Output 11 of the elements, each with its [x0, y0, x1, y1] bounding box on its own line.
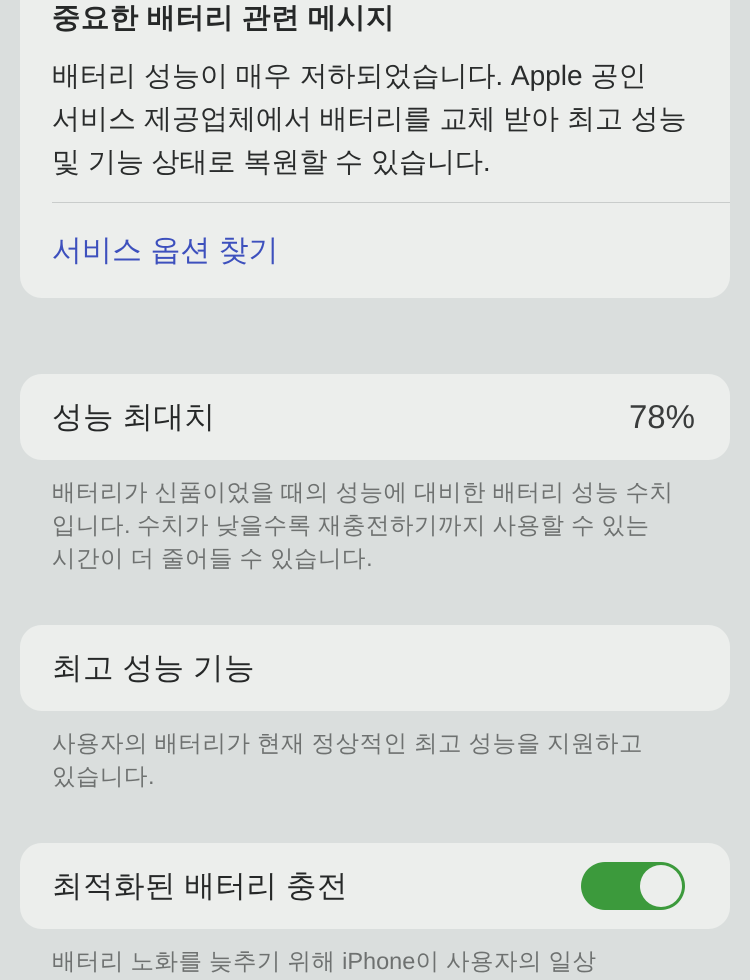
service-options-link[interactable]: 서비스 옵션 찾기 — [52, 230, 279, 271]
row-label: 최고 성능 기능 — [52, 650, 255, 686]
row-value: 78% — [628, 398, 695, 436]
row-label: 최적화된 배터리 충전 — [52, 868, 348, 904]
row-label: 성능 최대치 — [52, 398, 216, 436]
message-text: 배터리 성능이 매우 저하되었습니다. Apple 공인 서비스 제공업체에서 배터리를 교체 받아 최고 성능 및 기능 상태로 복원할 수 있습니다. — [52, 59, 688, 179]
footer-note: 사용자의 배터리가 현재 정상적인 최고 성능을 지원하고 있습니다. — [51, 729, 644, 791]
footer-note: 배터리가 신품이었을 때의 성능에 대비한 배터리 성능 수치 입니다. 수치가 낮을수록 재충전하기까지 사용할 수 있는 시간이 더 줄어들 수 있습니다. — [51, 478, 675, 573]
toggle-switch[interactable] — [581, 862, 685, 910]
message-title: 중요한 배터리 관련 메시지 — [52, 1, 396, 36]
footer-note: 배터리 노화를 늦추기 위해 iPhone이 사용자의 일상 — [51, 947, 598, 976]
